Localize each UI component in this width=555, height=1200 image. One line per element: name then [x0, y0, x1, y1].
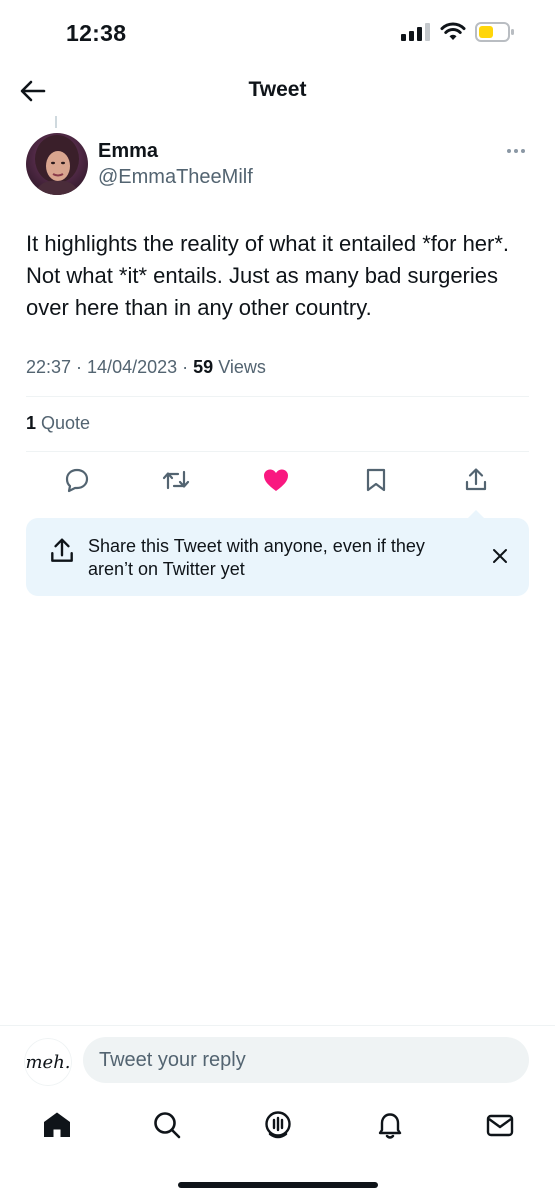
reply-icon: [65, 468, 89, 493]
battery-icon: [475, 22, 514, 42]
views-label: Views: [218, 357, 266, 377]
tweet-timestamp[interactable]: 22:37 · 14/04/2023: [26, 357, 177, 377]
home-indicator[interactable]: [178, 1182, 378, 1188]
signal-icon: [401, 23, 430, 41]
avatar-image: [26, 133, 88, 195]
status-bar: 12:38: [0, 0, 555, 70]
tweet-meta: 22:37 · 14/04/2023 · 59 Views: [26, 357, 266, 378]
reply-input[interactable]: [83, 1037, 529, 1083]
like-icon: [264, 469, 288, 491]
author-name[interactable]: Emma: [98, 140, 158, 163]
tab-bar: [0, 1100, 555, 1150]
reply-bar: meh.: [0, 1025, 555, 1091]
reply-button[interactable]: [59, 462, 95, 498]
share-button[interactable]: [458, 462, 494, 498]
tab-search[interactable]: [150, 1108, 184, 1142]
thread-connector-line: [55, 116, 57, 128]
notifications-icon: [378, 1113, 402, 1139]
home-icon: [44, 1112, 70, 1137]
meta-separator: ·: [182, 357, 189, 377]
messages-icon: [486, 1114, 514, 1137]
tab-messages[interactable]: [483, 1108, 517, 1142]
retweet-button[interactable]: [158, 462, 194, 498]
retweet-icon: [162, 470, 190, 490]
divider: [26, 396, 529, 397]
wifi-icon: [440, 22, 466, 40]
svg-text:meh.: meh.: [25, 1052, 70, 1073]
user-avatar-image: meh.: [24, 1038, 72, 1086]
author-avatar[interactable]: [26, 133, 88, 195]
author-handle[interactable]: @EmmaTheeMilf: [98, 166, 253, 189]
more-dots-icon: [507, 149, 525, 153]
quotes-link[interactable]: 1 Quote: [26, 413, 90, 434]
share-tip: Share this Tweet with anyone, even if th…: [26, 518, 529, 596]
tab-home[interactable]: [40, 1108, 74, 1142]
like-button[interactable]: [258, 462, 294, 498]
close-icon: [493, 549, 507, 563]
quotes-count: 1: [26, 413, 37, 433]
share-icon: [51, 538, 73, 562]
more-options-button[interactable]: [505, 140, 527, 162]
status-icons: [401, 22, 515, 42]
views-count: 59: [193, 357, 214, 377]
nav-header: Tweet: [0, 66, 555, 116]
tab-notifications[interactable]: [373, 1108, 407, 1142]
quotes-label: Quote: [41, 413, 91, 433]
divider: [26, 451, 529, 452]
bookmark-icon: [366, 468, 386, 492]
search-icon: [154, 1112, 181, 1139]
tab-spaces[interactable]: [261, 1108, 295, 1142]
bookmark-button[interactable]: [358, 462, 394, 498]
user-avatar[interactable]: meh.: [24, 1038, 72, 1086]
spaces-icon: [265, 1111, 291, 1139]
tweet-text: It highlights the reality of what it ent…: [26, 231, 510, 320]
tweet-actions: [0, 462, 555, 498]
share-icon: [465, 468, 487, 491]
status-time: 12:38: [66, 20, 127, 46]
share-tip-text: Share this Tweet with anyone, even if th…: [88, 536, 425, 579]
share-tip-close-button[interactable]: [489, 545, 511, 567]
page-title: Tweet: [248, 78, 307, 101]
